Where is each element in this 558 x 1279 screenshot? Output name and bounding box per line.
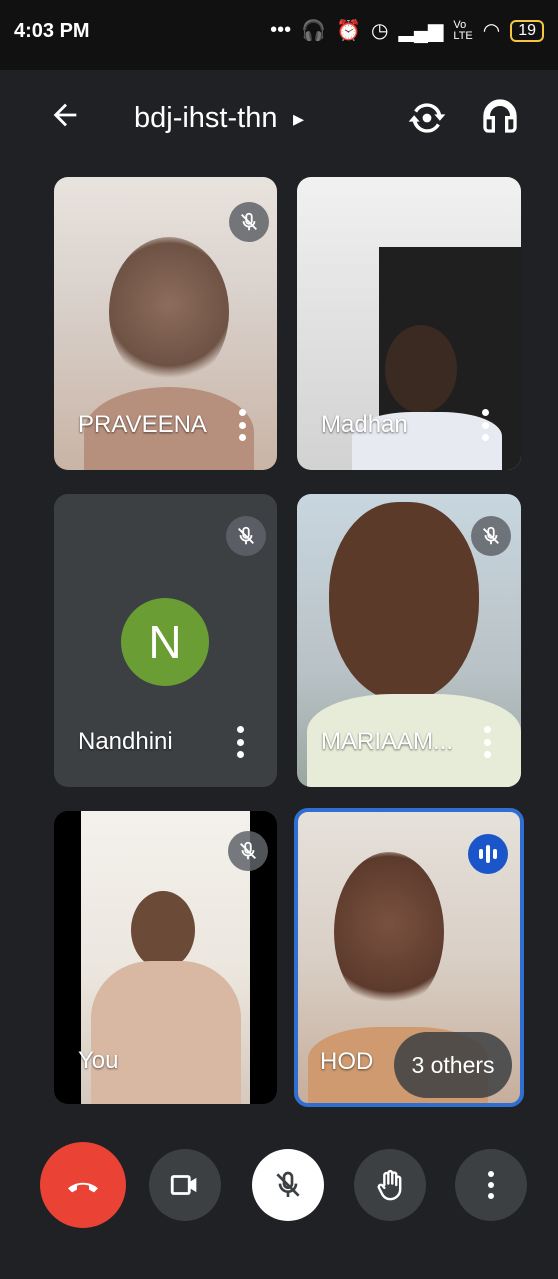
participant-name: PRAVEENA	[78, 411, 207, 438]
meeting-code[interactable]: bdj-ihst-thn	[134, 102, 277, 135]
signal-icon: ▂▄▆	[398, 20, 444, 42]
mic-off-icon	[471, 516, 511, 556]
speaking-indicator-icon	[468, 834, 508, 874]
video-feed	[334, 852, 444, 1012]
participant-name: HOD	[320, 1048, 374, 1075]
mic-off-icon	[229, 202, 269, 242]
end-call-button[interactable]	[40, 1142, 126, 1228]
raise-hand-button[interactable]	[354, 1149, 426, 1221]
participant-name: Madhan	[321, 411, 408, 438]
back-button[interactable]	[45, 98, 85, 138]
participant-tile-self[interactable]: You	[54, 811, 277, 1104]
overflow-dots-icon: •••	[270, 19, 292, 41]
participant-tile[interactable]: PRAVEENA	[54, 177, 277, 470]
switch-camera-icon	[408, 103, 446, 133]
camera-toggle-button[interactable]	[149, 1149, 221, 1221]
participant-tile-active-speaker[interactable]: HOD 3 others	[294, 808, 524, 1107]
meeting-header: bdj-ihst-thn ▸	[0, 70, 558, 170]
status-icons: ••• 🎧 ⏰ ◷ ▂▄▆ Vo LTE ◠ 19	[270, 18, 544, 43]
mic-off-icon	[228, 831, 268, 871]
others-chip[interactable]: 3 others	[394, 1032, 512, 1098]
switch-camera-button[interactable]	[405, 96, 449, 140]
video-feed	[329, 502, 479, 702]
video-camera-icon	[170, 1175, 197, 1195]
arrow-left-icon	[53, 103, 77, 127]
participant-name: You	[78, 1047, 119, 1074]
participant-more-button[interactable]	[475, 405, 495, 445]
participant-more-button[interactable]	[230, 722, 250, 762]
participant-tile[interactable]: MARIAAM...	[297, 494, 521, 787]
battery-indicator: 19	[510, 19, 544, 42]
volte-icon: Vo LTE	[453, 18, 473, 42]
status-bar: 4:03 PM ••• 🎧 ⏰ ◷ ▂▄▆ Vo LTE ◠ 19	[0, 0, 558, 70]
headphones-icon	[483, 99, 517, 133]
participant-name: Nandhini	[78, 728, 173, 755]
participant-more-button[interactable]	[477, 722, 497, 762]
mic-off-icon	[276, 1171, 300, 1197]
wifi-icon: ◠	[482, 20, 501, 42]
participant-tile[interactable]: N Nandhini	[54, 494, 277, 787]
phone-hangup-icon	[68, 1182, 98, 1193]
status-time: 4:03 PM	[14, 20, 90, 42]
avatar-letter: N	[148, 616, 182, 668]
participant-name: MARIAAM...	[321, 728, 454, 755]
headset-icon: 🎧	[301, 20, 327, 42]
video-feed	[109, 237, 229, 387]
others-label: 3 others	[411, 1051, 495, 1078]
caret-right-icon[interactable]: ▸	[293, 106, 304, 132]
microphone-toggle-button[interactable]	[252, 1149, 324, 1221]
more-vertical-icon	[488, 1171, 494, 1199]
more-options-button[interactable]	[455, 1149, 527, 1221]
avatar: N	[121, 598, 209, 686]
mic-off-icon	[226, 516, 266, 556]
participant-more-button[interactable]	[232, 405, 252, 445]
audio-output-button[interactable]	[480, 96, 524, 140]
hand-icon	[377, 1169, 402, 1201]
participant-tile[interactable]: Madhan	[297, 177, 521, 470]
clock-icon: ◷	[371, 20, 389, 42]
video-feed	[385, 325, 457, 413]
alarm-off-icon: ⏰	[336, 20, 361, 42]
